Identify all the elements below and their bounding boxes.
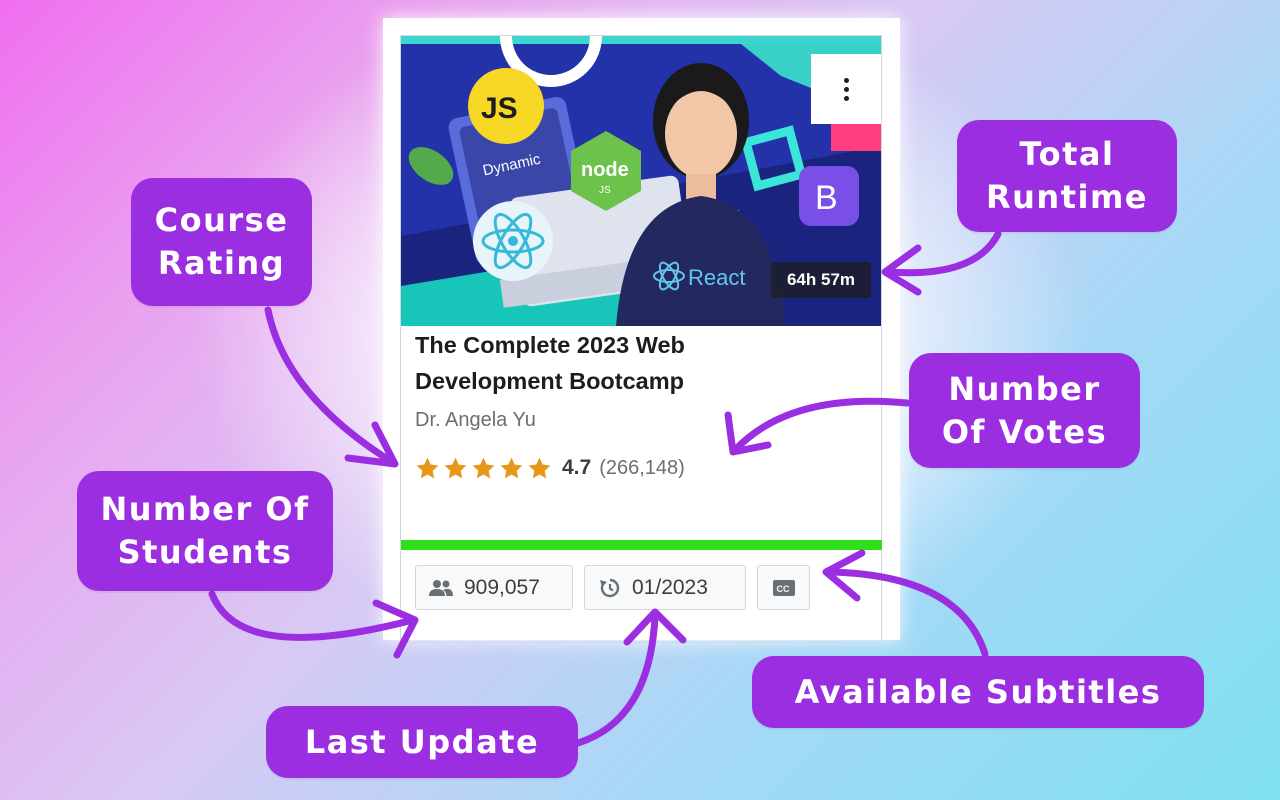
callout-number-of-votes: Number Of Votes (909, 353, 1140, 468)
students-arrow (208, 590, 417, 641)
subtitles-arrow (826, 568, 989, 658)
rating-arrow (264, 306, 396, 466)
callout-last-update: Last Update (266, 706, 578, 778)
callout-number-of-students: Number Of Students (77, 471, 333, 591)
votes-arrow (731, 397, 911, 454)
callout-total-runtime: Total Runtime (957, 120, 1177, 232)
callout-course-rating: Course Rating (131, 178, 312, 306)
callout-available-subtitles: Available Subtitles (752, 656, 1204, 728)
update-arrow (574, 612, 659, 747)
